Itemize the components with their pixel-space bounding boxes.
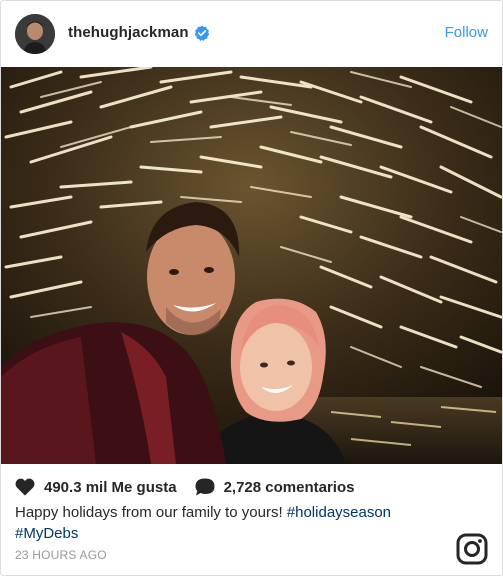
post-header: thehughjackman Follow — [1, 1, 502, 67]
post-stats: 490.3 mil Me gusta 2,728 comentarios — [15, 477, 354, 497]
comments-count[interactable]: 2,728 comentarios — [224, 479, 355, 496]
likes-count[interactable]: 490.3 mil Me gusta — [44, 479, 177, 496]
avatar[interactable] — [15, 14, 55, 54]
verified-badge-icon — [194, 25, 210, 41]
heart-icon[interactable] — [15, 478, 35, 496]
post-timestamp[interactable]: 23 HOURS AGO — [15, 548, 107, 562]
post-photo[interactable] — [1, 67, 502, 464]
instagram-post-card: thehughjackman Follow 490.3 mil Me gusta… — [0, 0, 503, 576]
hashtag-link[interactable]: #MyDebs — [15, 525, 78, 542]
follow-button[interactable]: Follow — [445, 24, 488, 41]
username-link[interactable]: thehughjackman — [68, 24, 189, 41]
instagram-logo-icon[interactable] — [456, 533, 488, 565]
post-caption: Happy holidays from our family to yours!… — [15, 502, 435, 544]
comment-icon[interactable] — [195, 478, 215, 496]
hashtag-link[interactable]: #holidayseason — [287, 504, 391, 521]
caption-text: Happy holidays from our family to yours! — [15, 504, 287, 521]
